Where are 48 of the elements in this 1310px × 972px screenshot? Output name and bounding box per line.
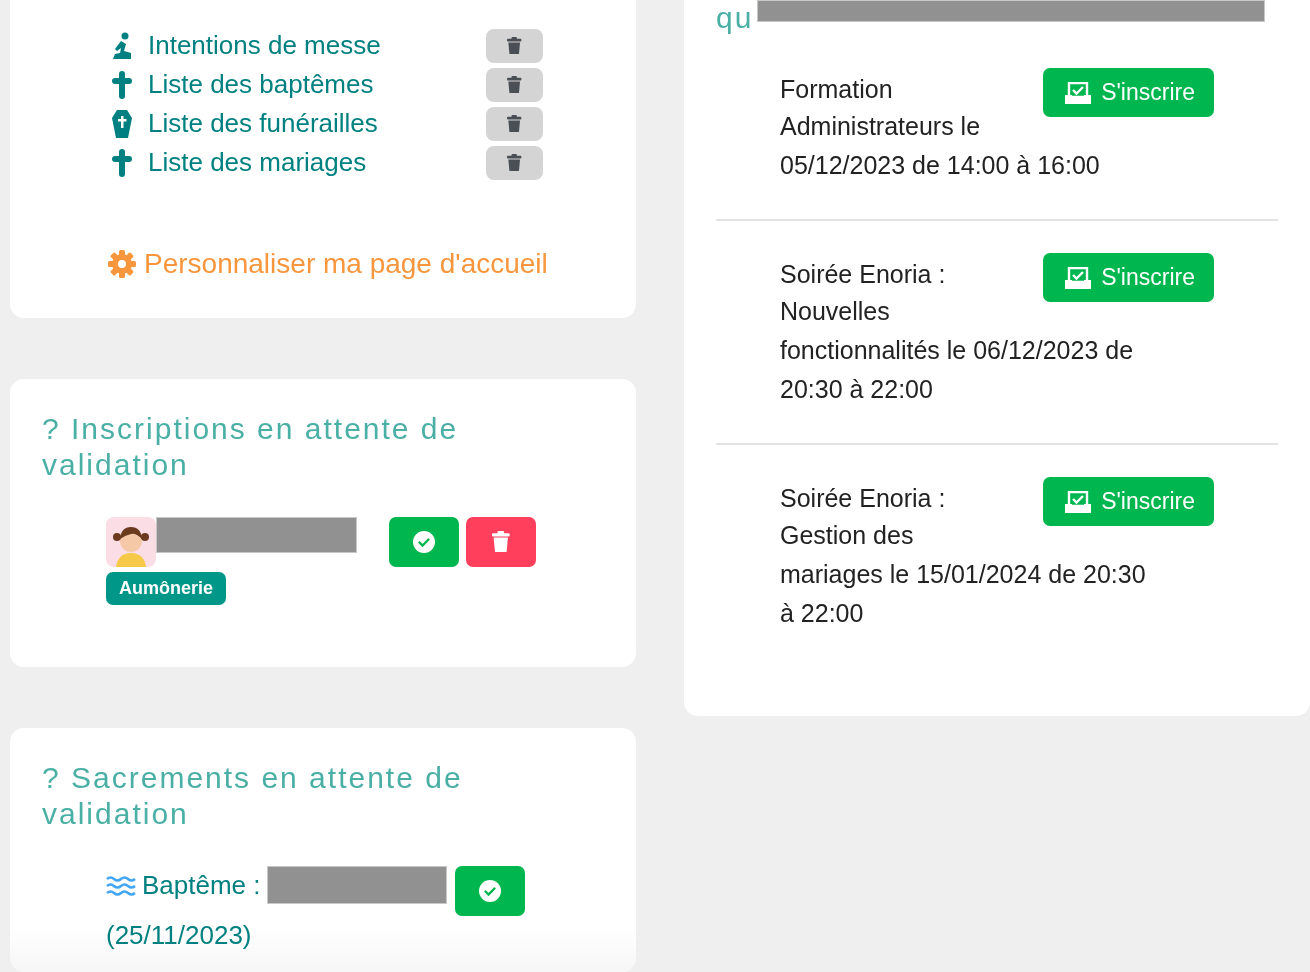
cross-icon	[112, 70, 132, 99]
check-circle-icon	[413, 531, 435, 553]
delete-button[interactable]	[486, 28, 543, 63]
list-link[interactable]: Intentions de messe	[148, 30, 486, 61]
event-text: Soirée Enoria :	[780, 483, 946, 514]
event-text: Nouvelles	[780, 296, 891, 327]
list-link[interactable]: Liste des baptêmes	[148, 69, 486, 100]
kneeling-figure-icon	[111, 31, 133, 60]
trash-icon	[492, 531, 510, 553]
check-circle-icon	[478, 880, 501, 902]
event-text: fonctionnalités le 06/12/2023 de	[780, 335, 1135, 366]
register-button[interactable]: S'inscrire	[1043, 68, 1214, 117]
event-text: Formation	[780, 74, 893, 105]
trash-icon	[507, 75, 522, 94]
list-link[interactable]: Liste des funérailles	[148, 108, 486, 139]
coffin-icon	[112, 109, 132, 138]
group-tag: Aumônerie	[106, 572, 227, 605]
delete-button[interactable]	[486, 145, 543, 180]
event-text: Gestion des	[780, 520, 915, 551]
gear-icon	[108, 250, 136, 278]
waves-icon	[106, 876, 136, 896]
event-text: à 22:00	[780, 598, 865, 629]
trash-icon	[507, 153, 522, 172]
cross-icon	[112, 148, 132, 177]
event-text: 05/12/2023 de 14:00 à 16:00	[780, 150, 1101, 181]
delete-button[interactable]	[486, 67, 543, 102]
sacrament-date: (25/11/2023)	[106, 919, 253, 952]
list-link[interactable]: Liste des mariages	[148, 147, 486, 178]
register-button[interactable]: S'inscrire	[1043, 477, 1214, 526]
inbox-check-icon	[1065, 81, 1092, 104]
event-text: Administrateurs le	[780, 111, 982, 142]
delete-button[interactable]	[466, 517, 536, 567]
delete-button[interactable]	[486, 106, 543, 141]
inbox-check-icon	[1065, 266, 1092, 289]
approve-button[interactable]	[454, 866, 525, 916]
trash-icon	[507, 36, 522, 55]
event-text: mariages le 15/01/2024 de 20:30	[780, 559, 1147, 590]
trash-icon	[507, 114, 522, 133]
card-title: ? Inscriptions en attente de validation	[42, 411, 460, 483]
inbox-check-icon	[1065, 490, 1092, 513]
approve-button[interactable]	[389, 517, 459, 567]
sacrament-label: Baptême :	[142, 869, 261, 902]
event-text: Soirée Enoria :	[780, 259, 946, 290]
card-title: qu	[716, 0, 754, 36]
register-button[interactable]: S'inscrire	[1043, 253, 1214, 302]
card-title: ? Sacrements en attente de validation	[42, 760, 464, 832]
avatar	[106, 517, 156, 567]
event-text: 20:30 à 22:00	[780, 374, 934, 405]
